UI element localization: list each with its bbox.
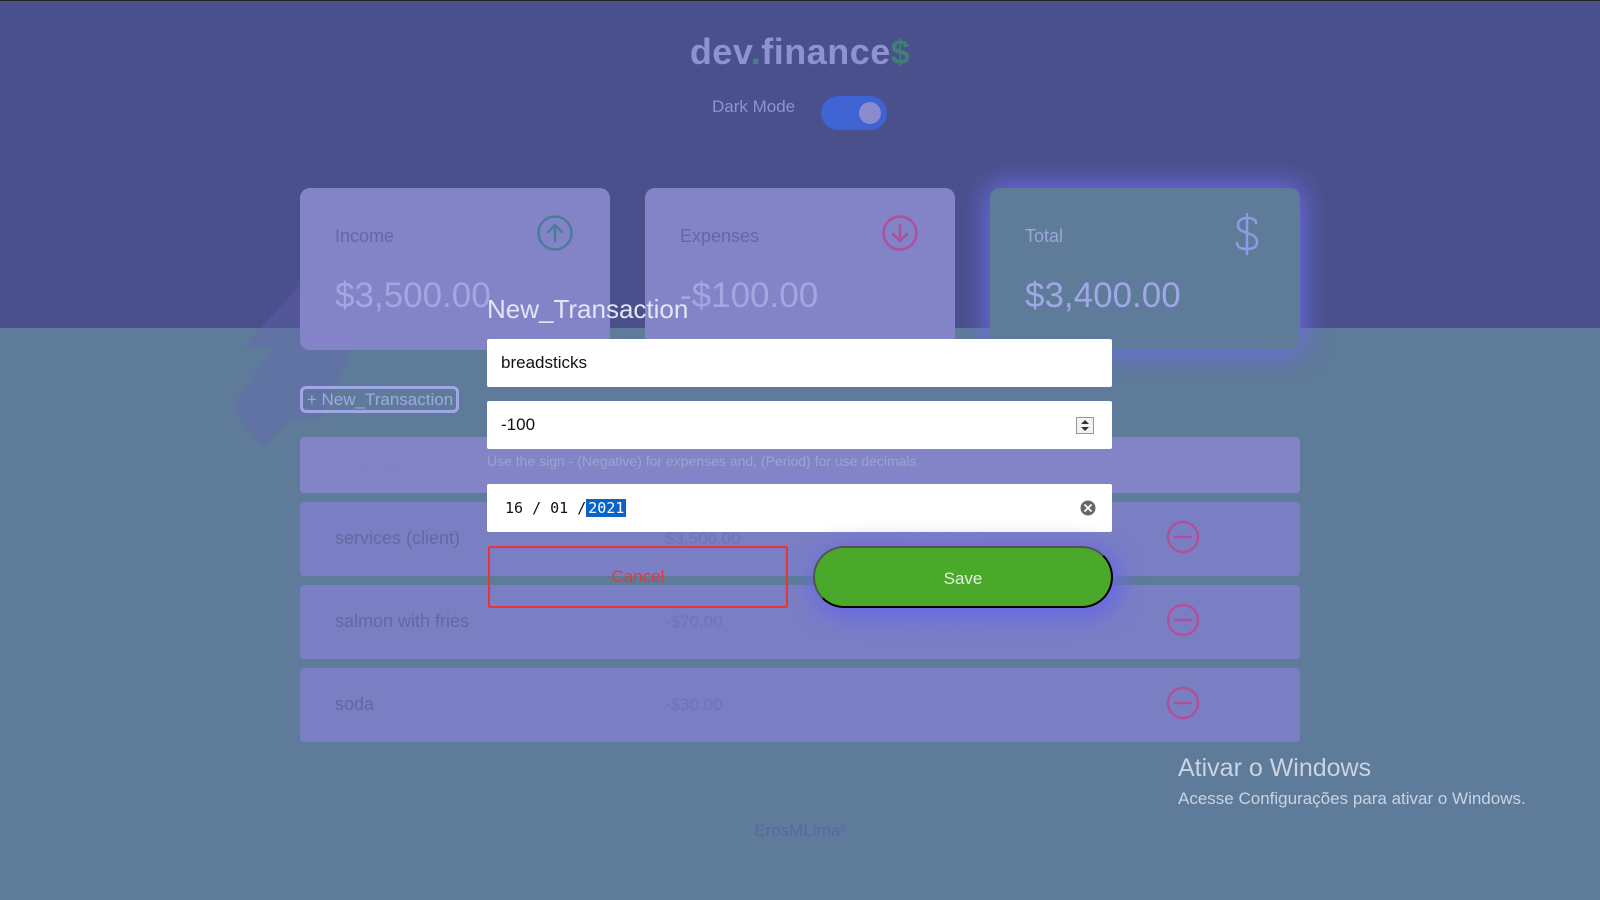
total-card: Total $3,400.00 — [990, 188, 1300, 350]
dollar-icon — [1235, 212, 1259, 256]
stepper-up-icon[interactable] — [1081, 420, 1089, 424]
date-month[interactable]: 01 — [550, 499, 568, 517]
expenses-card: Expenses -$100.00 — [645, 188, 955, 350]
income-label: Income — [335, 226, 395, 246]
total-label: Total — [1025, 226, 1064, 246]
clear-date-icon[interactable] — [1080, 500, 1096, 516]
income-value: $3,500.00 — [335, 276, 491, 315]
column-header-description: Description — [335, 455, 421, 474]
table-row: soda -$30.00 16/02/2021 — [300, 668, 1300, 742]
amount-input[interactable]: -100 — [487, 401, 1112, 449]
dark-mode-toggle[interactable] — [821, 96, 887, 130]
arrow-down-circle-icon — [882, 215, 918, 251]
description-value: breadsticks — [501, 353, 587, 372]
remove-transaction-icon[interactable] — [1166, 603, 1200, 637]
transaction-amount: -$30.00 — [665, 695, 723, 714]
transaction-date: 16/02/2021 — [902, 695, 988, 714]
amount-stepper[interactable] — [1076, 417, 1094, 434]
transaction-description: soda — [335, 694, 375, 714]
expenses-label: Expenses — [680, 226, 760, 246]
amount-hint: Use the sign - (Negative) for expenses a… — [487, 453, 917, 469]
transaction-description: services (client) — [335, 528, 461, 548]
remove-transaction-icon[interactable] — [1166, 520, 1200, 554]
new-transaction-button[interactable]: + New_Transaction — [300, 386, 459, 413]
date-input[interactable]: 16 / 01 /2021 — [487, 484, 1112, 532]
save-button[interactable]: Save — [813, 546, 1113, 608]
modal-title: New_Transaction — [487, 294, 689, 324]
transaction-description: salmon with fries — [335, 611, 470, 631]
description-input[interactable]: breadsticks — [487, 339, 1112, 387]
total-value: $3,400.00 — [1025, 276, 1181, 315]
expenses-value: -$100.00 — [680, 276, 819, 315]
windows-activation-title: Ativar o Windows — [1178, 754, 1372, 782]
footer-author: ErosMLima² — [754, 821, 846, 840]
transaction-date: 16/02/2021 — [902, 612, 988, 631]
amount-value: -100 — [501, 415, 536, 434]
cancel-button[interactable]: Cancel — [488, 546, 788, 608]
arrow-up-circle-icon — [537, 215, 573, 251]
stepper-down-icon[interactable] — [1081, 427, 1089, 431]
dark-mode-label: Dark Mode — [712, 97, 796, 116]
toggle-knob — [859, 102, 881, 124]
table-row: salmon with fries -$70.00 16/02/2021 — [300, 585, 1300, 659]
transaction-amount: -$70.00 — [665, 612, 723, 631]
date-year[interactable]: 2021 — [586, 499, 627, 517]
remove-transaction-icon[interactable] — [1166, 686, 1200, 720]
income-card: Income $3,500.00 — [300, 188, 610, 350]
windows-activation-subtitle: Acesse Configurações para ativar o Windo… — [1178, 789, 1526, 808]
app-logo: dev.finance$ — [689, 31, 911, 72]
date-day[interactable]: 16 — [505, 499, 523, 517]
